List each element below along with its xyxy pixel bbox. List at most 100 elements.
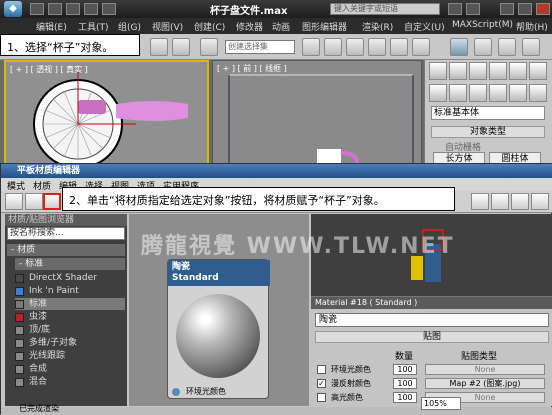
- list-item[interactable]: 混合: [15, 376, 125, 388]
- list-item[interactable]: 顶/底: [15, 324, 125, 336]
- slot-socket-icon[interactable]: [172, 388, 180, 396]
- list-item[interactable]: Ink 'n Paint: [15, 285, 125, 297]
- search-input[interactable]: 键入关键字或短语: [330, 3, 440, 15]
- material-swatch: [15, 378, 24, 387]
- display-tab-icon[interactable]: [509, 62, 527, 80]
- motion-tab-icon[interactable]: [489, 62, 507, 80]
- menu-edit[interactable]: 编辑(E): [36, 20, 67, 33]
- map-enable-checkbox[interactable]: [317, 365, 326, 374]
- map-amount-field[interactable]: 100: [393, 392, 417, 403]
- undo-icon[interactable]: [84, 3, 98, 15]
- menu-customize[interactable]: 自定义(U): [404, 20, 445, 33]
- menu-views[interactable]: 视图(V): [152, 20, 183, 33]
- amount-column-header: 数量: [395, 352, 414, 362]
- layout-children-icon[interactable]: [491, 193, 509, 210]
- select-object-icon[interactable]: [150, 38, 168, 56]
- material-name-field[interactable]: 陶瓷: [315, 313, 549, 327]
- select-tool-icon[interactable]: [5, 193, 23, 210]
- geometry-icon[interactable]: [429, 84, 447, 102]
- menu-maxscript[interactable]: MAXScript(M): [452, 20, 513, 30]
- map-amount-field[interactable]: 100: [393, 378, 417, 389]
- hierarchy-tab-icon[interactable]: [469, 62, 487, 80]
- create-tab-icon[interactable]: [429, 62, 447, 80]
- maps-rollout[interactable]: 贴图: [315, 331, 549, 343]
- maximize-icon[interactable]: [518, 3, 532, 15]
- browser-search-input[interactable]: 按名称搜索...: [7, 227, 125, 240]
- menu-rendering[interactable]: 渲染(R): [362, 20, 393, 33]
- perspective-viewport[interactable]: [ + ] [ 透视 ] [ 真实 ]: [4, 60, 209, 166]
- selection-set-dropdown[interactable]: 创建选择集: [225, 40, 295, 54]
- material-swatch: [15, 287, 24, 296]
- help-icon[interactable]: [466, 3, 480, 15]
- group-materials[interactable]: - 材质: [7, 244, 125, 256]
- snaps-toggle-icon[interactable]: [200, 38, 218, 56]
- open-file-icon[interactable]: [48, 3, 62, 15]
- list-item[interactable]: 标准: [15, 298, 125, 310]
- schematic-view-icon[interactable]: [390, 38, 408, 56]
- map-slot-button[interactable]: Map #2 (图案.jpg): [425, 378, 545, 389]
- material-swatch: [15, 339, 24, 348]
- browser-title: 材质/贴图浏览器: [5, 214, 127, 226]
- cameras-icon[interactable]: [489, 84, 507, 102]
- helpers-icon[interactable]: [509, 84, 527, 102]
- node-slot[interactable]: 环境光颜色: [168, 384, 270, 400]
- primitive-type-dropdown[interactable]: 标准基本体: [431, 106, 545, 120]
- menu-animation[interactable]: 动画: [272, 20, 290, 33]
- minimize-icon[interactable]: [500, 3, 514, 15]
- map-amount-field[interactable]: 100: [393, 364, 417, 375]
- list-item[interactable]: 多维/子对象: [15, 337, 125, 349]
- material-swatch: [15, 365, 24, 374]
- align-icon[interactable]: [324, 38, 342, 56]
- material-header: Material #18 ( Standard ): [311, 297, 552, 309]
- pick-material-icon[interactable]: [25, 193, 43, 210]
- save-file-icon[interactable]: [66, 3, 80, 15]
- search-icon[interactable]: [448, 3, 462, 15]
- select-by-name-icon[interactable]: [172, 38, 190, 56]
- list-item[interactable]: 虫漆: [15, 311, 125, 323]
- lights-icon[interactable]: [469, 84, 487, 102]
- menu-tools[interactable]: 工具(T): [78, 20, 109, 33]
- render-production-icon[interactable]: [498, 38, 516, 56]
- curve-editor-icon[interactable]: [368, 38, 386, 56]
- list-item[interactable]: DirectX Shader: [15, 272, 125, 284]
- modify-tab-icon[interactable]: [449, 62, 467, 80]
- list-item[interactable]: 合成: [15, 363, 125, 375]
- material-editor-icon[interactable]: [412, 38, 430, 56]
- node-header[interactable]: 陶瓷 Standard: [168, 260, 270, 286]
- map-slot-button[interactable]: None: [425, 364, 545, 375]
- status-text: 已完成渲染: [19, 404, 59, 413]
- map-enable-checkbox[interactable]: ✓: [317, 379, 326, 388]
- material-node[interactable]: 陶瓷 Standard 环境光颜色: [167, 259, 270, 400]
- render-setup-icon[interactable]: [450, 38, 468, 56]
- cup-plate-render: [33, 72, 188, 164]
- menu-modifiers[interactable]: 修改器: [236, 20, 263, 33]
- layer-manager-icon[interactable]: [346, 38, 364, 56]
- redo-icon[interactable]: [102, 3, 116, 15]
- menu-graph-editors[interactable]: 图形编辑器: [302, 20, 347, 33]
- front-viewport[interactable]: [ + ] [ 前 ] [ 线框 ]: [212, 60, 422, 167]
- map-type-column-header: 贴图类型: [461, 352, 498, 362]
- zoom-dropdown[interactable]: 105%: [421, 397, 461, 410]
- list-item[interactable]: 光线跟踪: [15, 350, 125, 362]
- new-file-icon[interactable]: [30, 3, 44, 15]
- assign-material-to-selection-button[interactable]: [43, 193, 61, 210]
- shapes-icon[interactable]: [449, 84, 467, 102]
- layout-icon[interactable]: [471, 193, 489, 210]
- mirror-icon[interactable]: [302, 38, 320, 56]
- watermark-text: 腾龍視覺 WWW.TLW.NET: [141, 234, 455, 259]
- object-type-rollout[interactable]: 对象类型: [431, 126, 545, 138]
- systems-icon[interactable]: [529, 84, 547, 102]
- render-teapot-icon[interactable]: [522, 38, 540, 56]
- step2-callout: 2、单击“将材质指定给选定对象”按钮，将材质赋予“杯子”对象。: [62, 187, 455, 211]
- rendered-frame-icon[interactable]: [474, 38, 492, 56]
- menu-help[interactable]: 帮助(H): [516, 20, 548, 33]
- group-standard[interactable]: - 标准: [15, 258, 125, 270]
- map-enable-checkbox[interactable]: [317, 393, 326, 402]
- close-icon[interactable]: [536, 3, 550, 15]
- material-map-navigator-icon[interactable]: [511, 193, 529, 210]
- menu-create[interactable]: 创建(C): [194, 20, 225, 33]
- utilities-tab-icon[interactable]: [529, 62, 547, 80]
- parameter-editor-icon[interactable]: [531, 193, 549, 210]
- app-logo-icon[interactable]: ◆: [4, 1, 22, 17]
- menu-group[interactable]: 组(G): [118, 20, 141, 33]
